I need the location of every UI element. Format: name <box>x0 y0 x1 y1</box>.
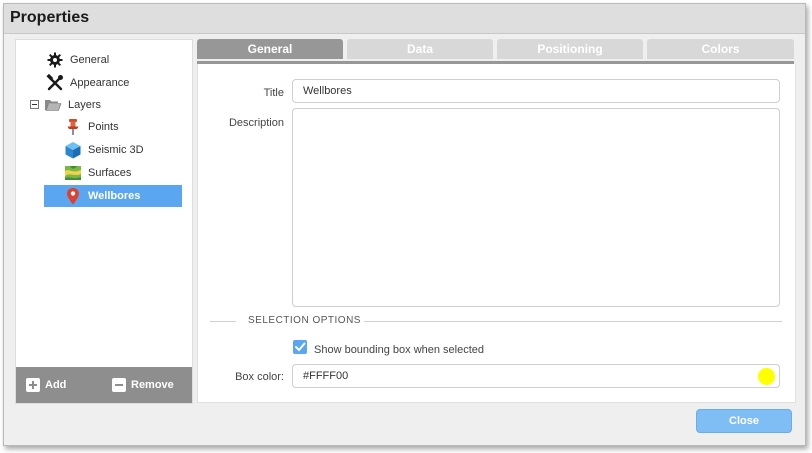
properties-tabs: General Data Positioning Colors <box>197 39 794 61</box>
dialog-title: Properties <box>10 9 90 26</box>
tab-general[interactable]: General <box>197 39 343 59</box>
map-marker-icon <box>64 187 82 205</box>
tree-item-layers[interactable]: Layers <box>44 94 101 116</box>
tree-item-label: General <box>70 54 110 66</box>
bounding-box-checkbox[interactable] <box>293 340 307 354</box>
close-button-label: Close <box>729 415 759 427</box>
tree-item-label: Layers <box>68 99 102 111</box>
tree-item-label: Points <box>88 121 119 133</box>
checkmark-icon <box>295 342 306 352</box>
dialog-titlebar[interactable]: Properties <box>4 4 805 34</box>
surface-map-icon <box>64 164 82 182</box>
collapse-toggle-icon[interactable] <box>30 100 39 109</box>
tree-item-wellbores[interactable]: Wellbores <box>44 185 182 207</box>
cube-icon <box>64 141 82 159</box>
remove-layer-button[interactable]: Remove <box>112 376 174 394</box>
close-button[interactable]: Close <box>696 409 792 433</box>
tree-item-label: Surfaces <box>88 167 132 179</box>
selection-options-heading: SELECTION OPTIONS <box>248 315 361 326</box>
tree-item-label: Appearance <box>70 77 130 89</box>
tab-colors[interactable]: Colors <box>647 39 794 59</box>
title-input[interactable] <box>292 79 780 103</box>
section-divider-right <box>364 321 782 322</box>
tree-item-label: Wellbores <box>88 190 141 202</box>
description-label: Description <box>228 117 284 129</box>
tab-label: Positioning <box>537 42 603 56</box>
title-label: Title <box>263 87 284 99</box>
tab-data[interactable]: Data <box>347 39 493 59</box>
tree-item-general[interactable]: General <box>46 49 109 71</box>
color-swatch[interactable] <box>758 368 775 385</box>
folder-open-icon <box>44 96 62 114</box>
tree-footer-toolbar: Add Remove <box>16 367 192 403</box>
tree-item-appearance[interactable]: Appearance <box>46 72 129 94</box>
tab-positioning[interactable]: Positioning <box>497 39 643 59</box>
remove-button-label: Remove <box>131 379 174 391</box>
bounding-box-label[interactable]: Show bounding box when selected <box>314 344 484 356</box>
plus-icon <box>26 378 40 392</box>
general-tab-panel: Title Description SELECTION OPTIONS Show… <box>197 64 796 403</box>
tools-icon <box>46 74 64 92</box>
dialog-body: General Appearance Layers Points Seismic… <box>4 34 805 445</box>
tree-item-surfaces[interactable]: Surfaces <box>64 162 131 184</box>
tree-item-label: Seismic 3D <box>88 144 144 156</box>
pushpin-icon <box>64 118 82 136</box>
properties-dialog: Properties General Appearance Layers Poi… <box>3 3 806 446</box>
box-color-label: Box color: <box>235 371 284 383</box>
tab-label: Colors <box>701 42 740 56</box>
box-color-input[interactable] <box>292 364 780 388</box>
add-layer-button[interactable]: Add <box>26 376 66 394</box>
tree-item-seismic-3d[interactable]: Seismic 3D <box>64 139 144 161</box>
tab-label: Data <box>406 42 433 56</box>
section-divider-left <box>210 321 236 322</box>
tab-label: General <box>247 42 293 56</box>
layer-tree-panel: General Appearance Layers Points Seismic… <box>15 39 193 404</box>
minus-icon <box>112 378 126 392</box>
description-textarea[interactable] <box>292 108 780 307</box>
gear-icon <box>46 51 64 69</box>
add-button-label: Add <box>45 379 67 391</box>
tree-item-points[interactable]: Points <box>64 116 119 138</box>
